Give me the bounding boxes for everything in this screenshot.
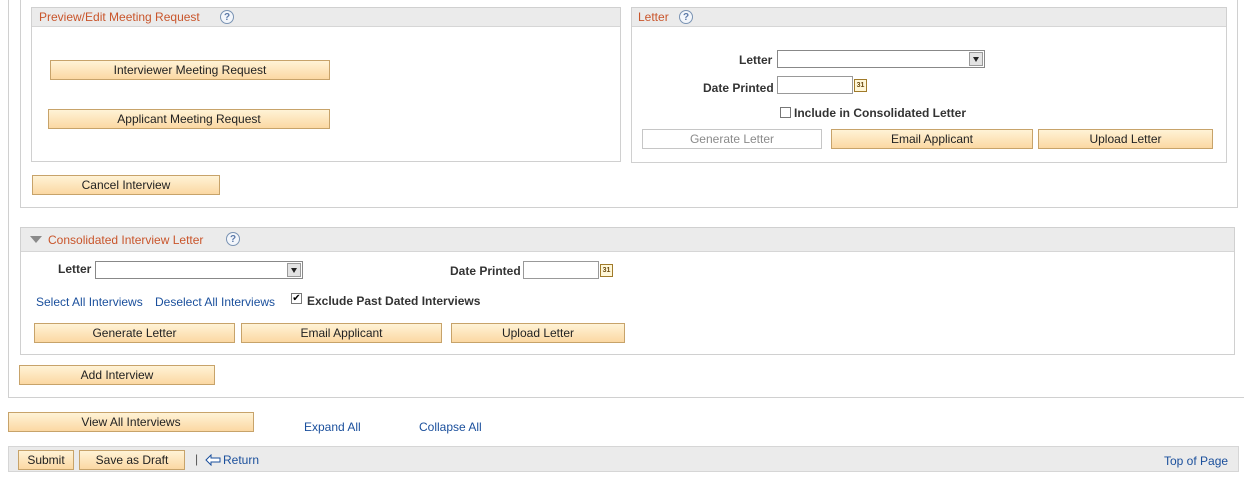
consolidated-letter-panel: Consolidated Interview Letter ? Letter D… xyxy=(20,227,1235,355)
consolidated-date-printed-label: Date Printed xyxy=(450,264,521,278)
letter-panel-title: Letter xyxy=(638,10,669,24)
consolidated-email-applicant-button[interactable]: Email Applicant xyxy=(241,323,442,343)
generate-letter-button[interactable]: Generate Letter xyxy=(642,129,822,149)
return-arrow-icon[interactable] xyxy=(205,454,221,466)
letter-panel-header: Letter ? xyxy=(632,8,1226,27)
letter-panel: Letter ? Letter Date Printed 31 Include … xyxy=(631,7,1227,163)
save-as-draft-button[interactable]: Save as Draft xyxy=(79,450,185,470)
return-link[interactable]: Return xyxy=(223,453,259,467)
chevron-down-icon[interactable] xyxy=(969,52,983,66)
top-of-page-link[interactable]: Top of Page xyxy=(1164,454,1228,468)
include-consolidated-label: Include in Consolidated Letter xyxy=(794,106,967,120)
calendar-icon[interactable]: 31 xyxy=(854,79,867,92)
applicant-meeting-request-button[interactable]: Applicant Meeting Request xyxy=(48,109,330,129)
calendar-icon[interactable]: 31 xyxy=(600,264,613,277)
footer-toolbar: Submit Save as Draft | Return Top of Pag… xyxy=(8,446,1239,472)
consolidated-upload-letter-button[interactable]: Upload Letter xyxy=(451,323,625,343)
consolidated-generate-letter-button[interactable]: Generate Letter xyxy=(34,323,235,343)
help-icon[interactable]: ? xyxy=(226,232,240,246)
collapse-section-icon[interactable] xyxy=(30,236,42,243)
email-applicant-button[interactable]: Email Applicant xyxy=(831,129,1033,149)
preview-panel-title: Preview/Edit Meeting Request xyxy=(39,10,200,24)
toolbar-separator: | xyxy=(195,452,199,466)
date-printed-field[interactable] xyxy=(777,76,853,94)
include-consolidated-checkbox[interactable] xyxy=(780,107,791,118)
letter-select[interactable] xyxy=(777,50,985,68)
preview-meeting-request-panel: Preview/Edit Meeting Request ? Interview… xyxy=(31,7,621,162)
upload-letter-button[interactable]: Upload Letter xyxy=(1038,129,1213,149)
help-icon[interactable]: ? xyxy=(220,10,234,24)
expand-all-link[interactable]: Expand All xyxy=(304,420,361,434)
consolidated-letter-label: Letter xyxy=(58,262,92,276)
consolidated-panel-title[interactable]: Consolidated Interview Letter xyxy=(48,231,203,250)
consolidated-date-printed-field[interactable] xyxy=(523,261,599,279)
submit-button[interactable]: Submit xyxy=(18,450,74,470)
preview-panel-header: Preview/Edit Meeting Request ? xyxy=(32,8,620,27)
exclude-past-dated-checkbox[interactable]: ✔ xyxy=(291,293,302,304)
exclude-past-dated-label: Exclude Past Dated Interviews xyxy=(307,294,481,308)
view-all-interviews-button[interactable]: View All Interviews xyxy=(8,412,254,432)
interviewer-meeting-request-button[interactable]: Interviewer Meeting Request xyxy=(50,60,330,80)
collapse-all-link[interactable]: Collapse All xyxy=(419,420,482,434)
add-interview-button[interactable]: Add Interview xyxy=(19,365,215,385)
date-printed-label: Date Printed xyxy=(703,81,774,95)
letter-label: Letter xyxy=(739,53,773,67)
chevron-down-icon[interactable] xyxy=(287,263,301,277)
consolidated-panel-header: Consolidated Interview Letter ? xyxy=(21,228,1234,252)
help-icon[interactable]: ? xyxy=(679,10,693,24)
consolidated-letter-select[interactable] xyxy=(95,261,303,279)
select-all-interviews-link[interactable]: Select All Interviews xyxy=(36,295,143,309)
deselect-all-interviews-link[interactable]: Deselect All Interviews xyxy=(155,295,275,309)
cancel-interview-button[interactable]: Cancel Interview xyxy=(32,175,220,195)
